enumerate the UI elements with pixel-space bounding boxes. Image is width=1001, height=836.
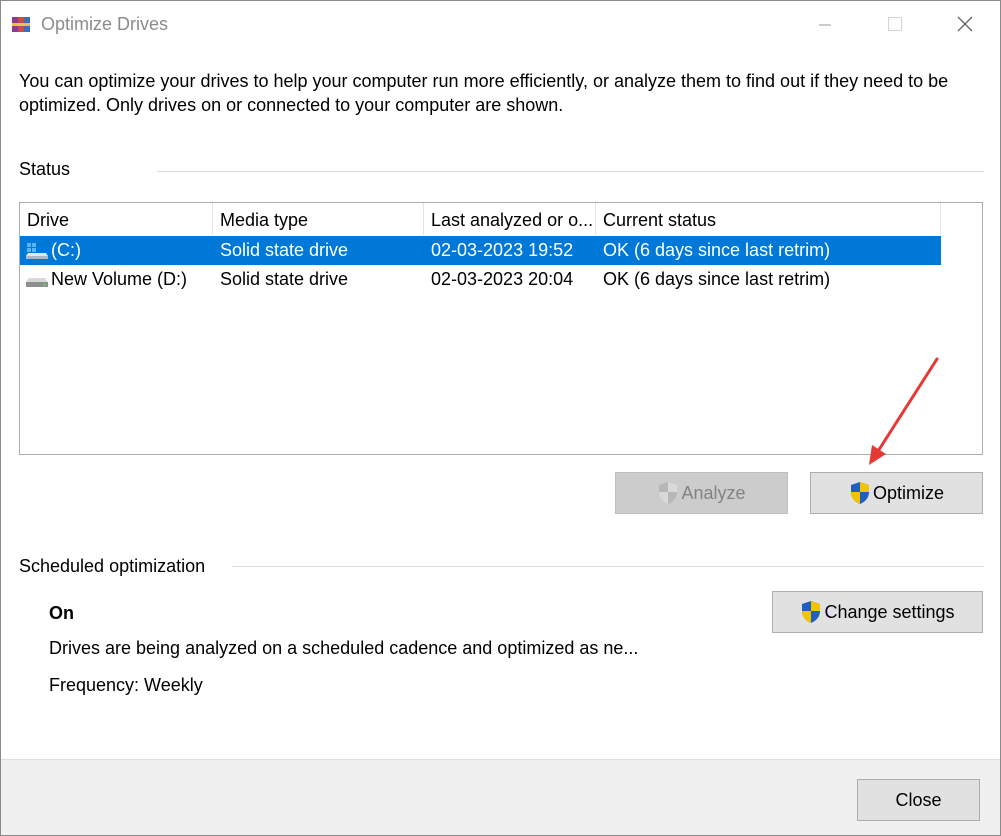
defrag-app-icon	[12, 17, 30, 32]
annotation-arrow-icon	[869, 357, 939, 465]
analyze-button[interactable]: Analyze	[615, 472, 788, 514]
close-button[interactable]: Close	[857, 779, 980, 821]
close-window-button[interactable]	[930, 1, 1000, 47]
scheduled-section-label: Scheduled optimization	[19, 556, 206, 576]
drive-name: New Volume (D:)	[51, 269, 188, 289]
change-settings-label: Change settings	[824, 601, 955, 622]
analyze-label: Analyze	[681, 482, 746, 503]
current-status: OK (6 days since last retrim)	[603, 269, 831, 289]
change-settings-button[interactable]: Change settings	[772, 591, 983, 633]
uac-shield-icon	[850, 482, 869, 504]
last-analyzed: 02-03-2023 20:04	[431, 269, 574, 289]
column-header-last-analyzed[interactable]: Last analyzed or o...	[424, 203, 596, 235]
last-analyzed: 02-03-2023 19:52	[431, 240, 574, 260]
minimize-icon	[819, 24, 831, 26]
optimize-drives-window: Optimize Drives You can optimize your dr…	[0, 0, 1001, 836]
drive-icon	[26, 278, 48, 287]
column-header-drive[interactable]: Drive	[20, 203, 213, 235]
close-label: Close	[895, 789, 942, 810]
schedule-frequency: Frequency: Weekly	[49, 675, 203, 695]
maximize-icon	[888, 17, 902, 31]
uac-shield-icon	[659, 482, 678, 504]
media-type: Solid state drive	[220, 269, 349, 289]
scheduled-divider	[232, 566, 984, 567]
status-divider	[157, 171, 984, 172]
title-bar[interactable]: Optimize Drives	[1, 1, 1000, 47]
status-section-label: Status	[19, 159, 71, 179]
maximize-button[interactable]	[860, 1, 930, 47]
close-icon	[957, 16, 973, 32]
optimize-label: Optimize	[872, 482, 944, 503]
media-type: Solid state drive	[220, 240, 349, 260]
uac-shield-icon	[802, 601, 821, 623]
minimize-button[interactable]	[790, 1, 860, 47]
drives-list[interactable]: Drive Media type Last analyzed or o... C…	[19, 202, 983, 455]
intro-text: You can optimize your drives to help you…	[19, 71, 949, 115]
schedule-description: Drives are being analyzed on a scheduled…	[49, 638, 639, 658]
drive-row-d[interactable]: New Volume (D:) Solid state drive 02-03-…	[20, 265, 941, 294]
window-title: Optimize Drives	[41, 14, 169, 34]
optimize-button[interactable]: Optimize	[810, 472, 983, 514]
dialog-footer: Close	[1, 759, 1000, 835]
drive-row-c[interactable]: (C:) Solid state drive 02-03-2023 19:52 …	[20, 236, 941, 265]
schedule-state: On	[49, 603, 74, 623]
current-status: OK (6 days since last retrim)	[603, 240, 831, 260]
column-header-media-type[interactable]: Media type	[213, 203, 424, 235]
column-header-current-status[interactable]: Current status	[596, 203, 941, 235]
drive-name: (C:)	[51, 240, 81, 260]
windows-drive-icon	[26, 243, 48, 259]
